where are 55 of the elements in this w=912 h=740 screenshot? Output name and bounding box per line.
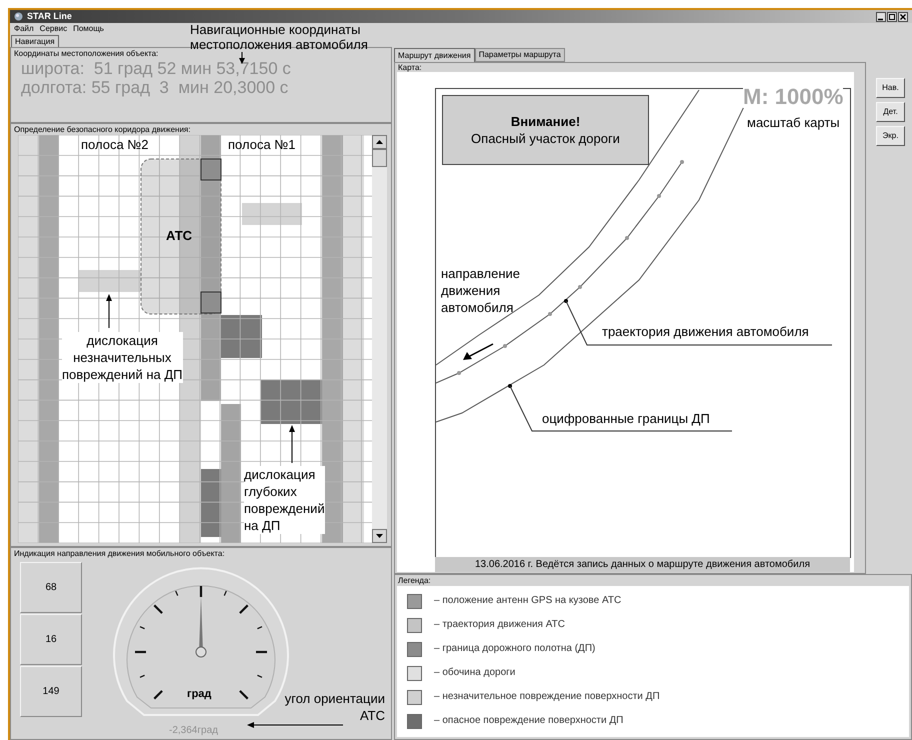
reading-box: 16 [20, 614, 82, 665]
menu-item[interactable]: Сервис [40, 25, 68, 33]
legend-label: – положение антенн GPS на кузове АТС [434, 596, 622, 606]
window-title: STAR Line [27, 12, 72, 21]
lane-label: полоса №2 [81, 138, 148, 151]
annotation-text: Навигационные координаты местоположения автомобиля [190, 22, 368, 52]
annotation-text: дислокация глубоких повреждений на ДП [244, 466, 325, 534]
direction-arrow [462, 342, 496, 362]
legend-label: – траектория движения АТС [434, 620, 565, 630]
latitude-value: широта: 51 град 52 мин 53,7150 с [20, 59, 291, 78]
minimize-icon[interactable] [876, 12, 886, 22]
panel-title: Определение безопасного коридора движения: [13, 124, 192, 135]
annotation-text: траектория движения автомобиля [602, 325, 809, 338]
map-scale: M: 1000% [743, 86, 844, 108]
lane-label: полоса №1 [228, 138, 296, 151]
warning-title: Внимание! [510, 113, 580, 130]
scroll-up-icon[interactable] [372, 135, 387, 149]
scroll-thumb[interactable] [372, 149, 387, 167]
legend-label: – обочина дороги [434, 668, 516, 678]
angle-value: -2,364град [169, 726, 218, 736]
panel-title: Легенда: [397, 575, 432, 586]
legend-label: – граница дорожного полотна (ДП) [434, 644, 596, 654]
map-button[interactable]: Дет. [876, 102, 905, 122]
legend-label: – опасное повреждение поверхности ДП [434, 716, 624, 726]
annotation-arrow [288, 425, 296, 463]
gauge-unit: град [187, 689, 212, 700]
menu-item[interactable]: Помощь [73, 25, 104, 33]
app-icon [14, 12, 23, 21]
reading-box: 68 [20, 562, 82, 613]
close-icon[interactable] [898, 12, 908, 22]
longitude-value: долгота: 55 град 3 мин 20,3000 с [20, 78, 290, 97]
tab[interactable]: Навигация [11, 35, 59, 47]
annotation-text: дислокация незначительных повреждений на ДП [62, 332, 182, 383]
annotation-arrow [105, 294, 113, 328]
legend-label: – незначительное повреждение поверхности ДП [434, 692, 660, 702]
map-button[interactable]: Экр. [876, 126, 905, 146]
annotation-text: угол ориентации АТС [284, 690, 385, 724]
status-bar: 13.06.2016 г. Ведётся запись данных о маршруте движения автомобиля [435, 557, 850, 572]
panel-title: Индикация направления движения мобильного объекта: [14, 548, 225, 559]
warning-text: Опасный участок дороги [471, 130, 620, 147]
vehicle-label: АТС [166, 229, 192, 242]
map-button[interactable]: Нав. [876, 78, 905, 98]
annotation-text: направление движения автомобиля [441, 265, 520, 316]
annotation-text: масштаб карты [747, 116, 840, 129]
panel-title: Координаты местоположения объекта: [14, 48, 158, 59]
menu-item[interactable]: Файл [14, 25, 34, 33]
tab[interactable]: Маршрут движения [394, 48, 475, 62]
maximize-icon[interactable] [887, 12, 897, 22]
panel-title: Карта: [397, 63, 423, 72]
scrollbar[interactable] [372, 135, 387, 543]
scroll-down-icon[interactable] [372, 529, 387, 543]
annotation-arrow [238, 52, 246, 64]
tab[interactable]: Параметры маршрута [474, 48, 565, 62]
annotation-text: оцифрованные границы ДП [542, 412, 710, 425]
reading-box: 149 [20, 666, 82, 717]
